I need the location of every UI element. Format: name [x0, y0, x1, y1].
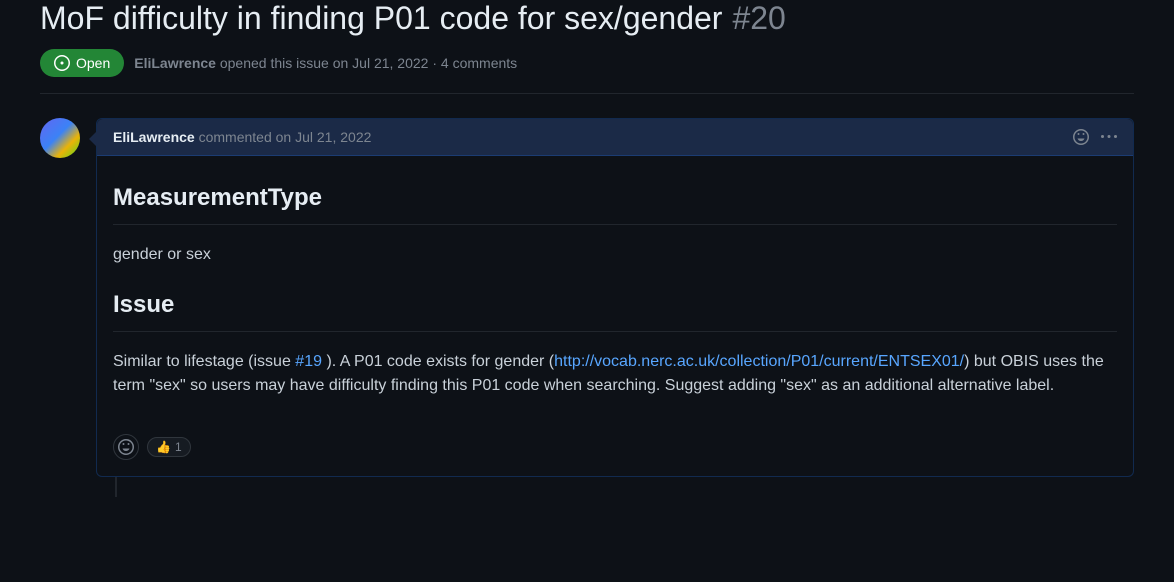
- body-issue: Similar to lifestage (issue #19 ). A P01…: [113, 350, 1117, 398]
- smiley-icon: [118, 439, 134, 455]
- reactions-bar: 👍 1: [97, 434, 1133, 476]
- comment-author-link[interactable]: EliLawrence: [113, 129, 195, 145]
- reaction-count: 1: [175, 440, 182, 454]
- add-reaction-button[interactable]: [113, 434, 139, 460]
- issue-header: MoF difficulty in finding P01 code for s…: [40, 0, 1134, 94]
- issue-title: MoF difficulty in finding P01 code for s…: [40, 0, 722, 37]
- issue-ref-link[interactable]: #19: [295, 353, 322, 370]
- state-label: Open: [76, 55, 110, 71]
- comment-header: EliLawrence commented on Jul 21, 2022: [97, 119, 1133, 156]
- comment-count: 4 comments: [441, 55, 517, 71]
- opened-verb: opened this issue: [220, 55, 329, 71]
- external-link[interactable]: http://vocab.nerc.ac.uk/collection/P01/c…: [554, 353, 964, 370]
- issue-number: #20: [732, 0, 785, 37]
- smiley-icon[interactable]: [1073, 129, 1089, 145]
- reaction-thumbs-up[interactable]: 👍 1: [147, 437, 191, 457]
- body-text: ). A P01 code exists for gender (: [322, 353, 554, 370]
- issue-meta: EliLawrence opened this issue on Jul 21,…: [134, 55, 517, 71]
- opened-date: on Jul 21, 2022: [333, 55, 429, 71]
- body-measurement-type: gender or sex: [113, 243, 1117, 267]
- comment-box: EliLawrence commented on Jul 21, 2022 Me…: [96, 118, 1134, 477]
- heading-measurement-type: MeasurementType: [113, 180, 1117, 225]
- avatar[interactable]: [40, 118, 80, 158]
- body-text: Similar to lifestage (issue: [113, 353, 295, 370]
- comment-date-link[interactable]: on Jul 21, 2022: [276, 129, 372, 145]
- state-badge-open: Open: [40, 49, 124, 77]
- issue-author-link[interactable]: EliLawrence: [134, 55, 216, 71]
- issue-open-icon: [54, 55, 70, 71]
- kebab-icon[interactable]: [1101, 129, 1117, 145]
- comment-verb: commented: [199, 129, 272, 145]
- timeline-rail: [115, 477, 117, 497]
- heading-issue: Issue: [113, 287, 1117, 332]
- reaction-emoji: 👍: [156, 440, 171, 454]
- comment-body: MeasurementType gender or sex Issue Simi…: [97, 156, 1133, 434]
